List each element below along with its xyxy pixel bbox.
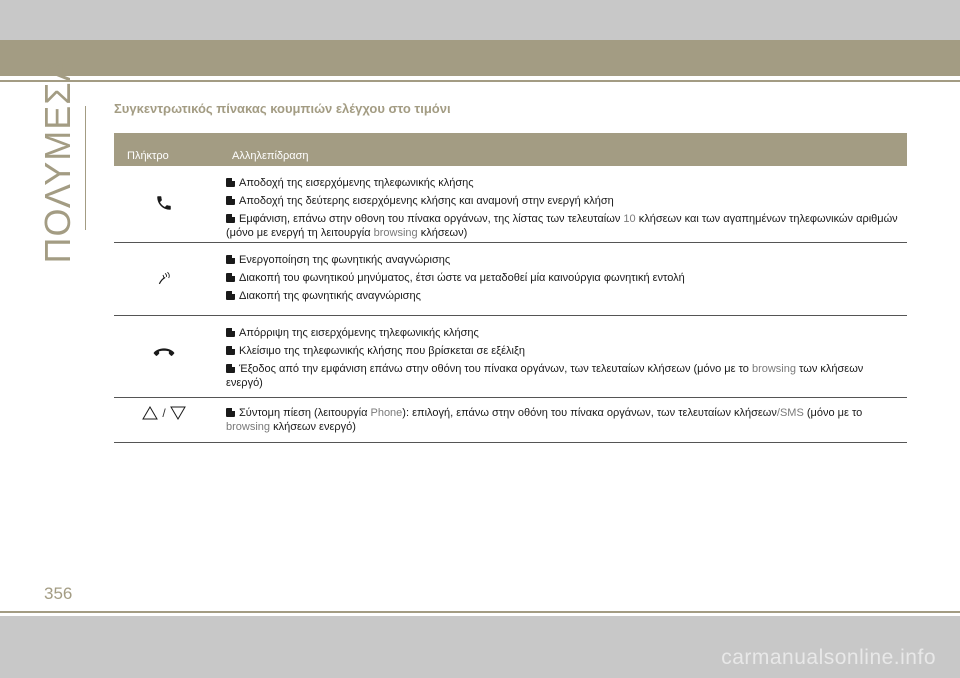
list-item: Ενεργοποίηση της φωνητικής αναγνώρισης — [226, 253, 899, 267]
bottom-divider — [0, 611, 960, 613]
arrow-down-icon — [169, 406, 186, 420]
bullet-icon — [226, 408, 235, 417]
watermark: carmanualsonline.info — [721, 646, 936, 669]
voice-recognition-icon — [158, 271, 170, 285]
list-item: Διακοπή της φωνητικής αναγνώρισης — [226, 289, 899, 303]
list-item: Αποδοχή της εισερχόμενης τηλεφωνικής κλή… — [226, 176, 899, 190]
table-header: Πλήκτρο Αλληλεπίδραση — [114, 133, 907, 166]
bullet-icon — [226, 178, 235, 187]
icon-separator: / — [162, 406, 166, 420]
table-row: Απόρριψη της εισερχόμενης τηλεφωνικής κλ… — [114, 316, 907, 398]
bullet-icon — [226, 196, 235, 205]
bullet-icon — [226, 364, 235, 373]
header-action: Αλληλεπίδραση — [232, 150, 309, 162]
bullet-icon — [226, 214, 235, 223]
header-key: Πλήκτρο — [127, 150, 169, 162]
bullet-icon — [226, 291, 235, 300]
table-row: Ενεργοποίηση της φωνητικής αναγνώρισης Δ… — [114, 243, 907, 316]
bullet-icon — [226, 328, 235, 337]
controls-table: Πλήκτρο Αλληλεπίδραση Αποδοχή της εισερχ… — [114, 133, 907, 443]
bullet-icon — [226, 273, 235, 282]
chapter-title-rule — [85, 106, 86, 230]
table-row: / Σύντομη πίεση (λειτουργία Phone): επιλ… — [114, 398, 907, 443]
list-item: Έξοδος από την εμφάνιση επάνω στην οθόνη… — [226, 363, 864, 389]
page-number: 356 — [44, 584, 73, 603]
section-title: Συγκεντρωτικός πίνακας κουμπιών ελέγχου … — [114, 101, 451, 116]
bullet-icon — [226, 255, 235, 264]
bullet-icon — [226, 346, 235, 355]
phone-hangup-icon — [153, 348, 175, 356]
list-item: Σύντομη πίεση (λειτουργία Phone): επιλογ… — [226, 407, 863, 433]
top-accent-band — [0, 40, 960, 76]
list-item: Κλείσιμο της τηλεφωνικής κλήσης που βρίσ… — [226, 344, 899, 358]
arrow-up-icon — [142, 406, 159, 420]
list-item: Αποδοχή της δεύτερης εισερχόμενης κλήσης… — [226, 194, 899, 208]
list-item: Απόρριψη της εισερχόμενης τηλεφωνικής κλ… — [226, 326, 899, 340]
chapter-title: ΠΟΛΥΜΕΣΑ — [37, 56, 78, 264]
list-item: Εμφάνιση, επάνω στην οθονη του πίνακα ορ… — [226, 213, 898, 239]
phone-answer-icon — [157, 196, 171, 210]
top-divider — [0, 80, 960, 82]
table-row: Αποδοχή της εισερχόμενης τηλεφωνικής κλή… — [114, 166, 907, 243]
top-band — [0, 0, 960, 40]
list-item: Διακοπή του φωνητικού μηνύματος, έτσι ώσ… — [226, 271, 899, 285]
